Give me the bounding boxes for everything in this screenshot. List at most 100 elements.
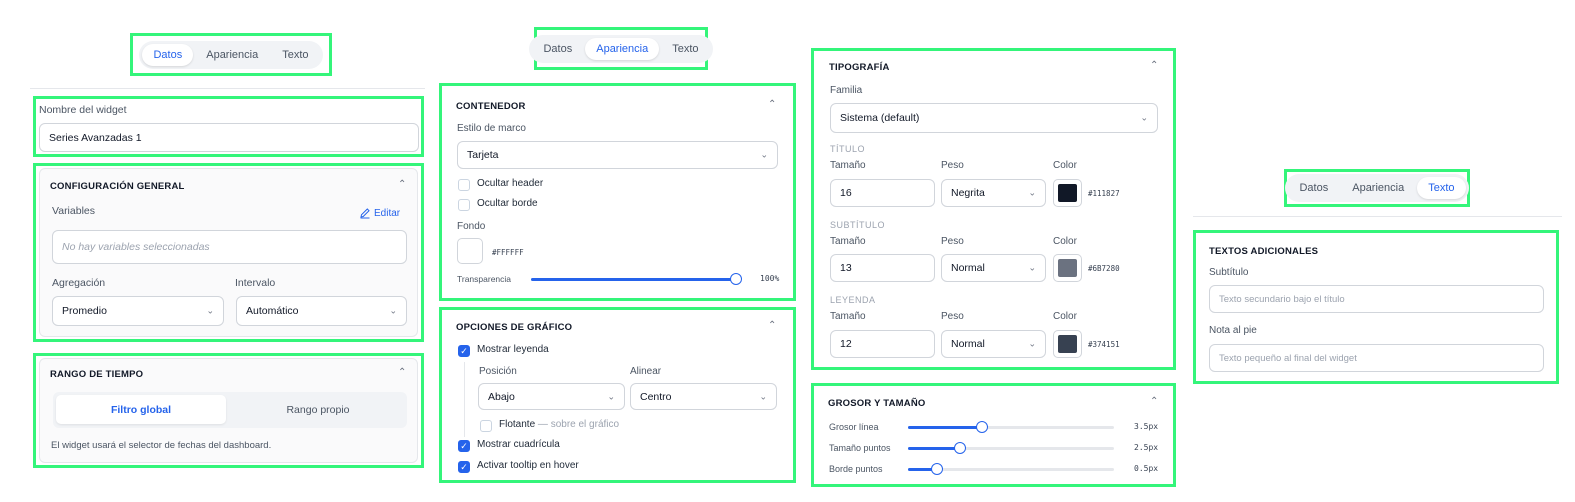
size-label: Tamaño xyxy=(830,311,866,322)
legend-size-input[interactable]: 12 xyxy=(830,330,935,358)
point-border-slider[interactable] xyxy=(908,463,1114,475)
weight-label: Peso xyxy=(941,160,964,171)
chevron-up-icon[interactable]: ⌃ xyxy=(398,179,406,190)
hide-header-checkbox[interactable] xyxy=(458,179,470,191)
legend-color-preview xyxy=(1058,335,1077,353)
weight-label: Peso xyxy=(941,311,964,322)
size-label: Tamaño xyxy=(830,236,866,247)
tooltip-checkbox[interactable]: ✓ xyxy=(458,461,470,473)
hide-header-label: Ocultar header xyxy=(477,178,544,189)
interval-select[interactable]: Automático ⌄ xyxy=(236,296,407,326)
transparency-thumb[interactable] xyxy=(730,273,742,285)
show-grid-checkbox[interactable]: ✓ xyxy=(458,440,470,452)
additional-texts-section: TEXTOS ADICIONALES Subtítulo Texto secun… xyxy=(1193,230,1559,384)
tab-apariencia[interactable]: Apariencia xyxy=(585,37,660,60)
floating-checkbox[interactable] xyxy=(480,420,492,432)
tab-texto[interactable]: Texto xyxy=(271,44,319,66)
filter-global-option[interactable]: Filtro global xyxy=(56,395,226,424)
chevron-down-icon: ⌄ xyxy=(760,149,768,160)
hide-border-checkbox[interactable] xyxy=(458,199,470,211)
legend-weight-value: Normal xyxy=(951,338,985,350)
subtitle-color-swatch[interactable] xyxy=(1053,254,1082,282)
aggregation-select[interactable]: Promedio ⌄ xyxy=(52,296,224,326)
tab-apariencia[interactable]: Apariencia xyxy=(195,44,269,66)
chevron-down-icon: ⌄ xyxy=(1028,338,1036,349)
subtitle-color-preview xyxy=(1058,259,1077,277)
chevron-up-icon[interactable]: ⌃ xyxy=(1150,60,1158,71)
variables-empty-field[interactable]: No hay variables seleccionadas xyxy=(52,230,407,264)
background-color-swatch[interactable] xyxy=(457,238,483,264)
container-title: CONTENEDOR xyxy=(456,101,526,112)
frame-style-value: Tarjeta xyxy=(467,149,499,161)
line-width-thumb[interactable] xyxy=(976,421,988,433)
point-size-value: 2.5px xyxy=(1134,443,1159,452)
legend-weight-select[interactable]: Normal ⌄ xyxy=(941,330,1046,358)
position-label: Posición xyxy=(479,366,517,377)
title-weight-select[interactable]: Negrita ⌄ xyxy=(941,179,1046,207)
subtitle-label: Subtítulo xyxy=(1209,267,1249,278)
legend-color-swatch[interactable] xyxy=(1053,330,1082,358)
title-color-swatch[interactable] xyxy=(1053,179,1082,207)
color-label: Color xyxy=(1053,311,1077,322)
point-size-thumb[interactable] xyxy=(954,442,966,454)
show-grid-label: Mostrar cuadrícula xyxy=(477,439,560,450)
subtitle-input[interactable]: Texto secundario bajo el título xyxy=(1209,285,1544,313)
tab-datos[interactable]: Datos xyxy=(532,38,583,60)
show-legend-checkbox[interactable]: ✓ xyxy=(458,345,470,357)
tab-datos[interactable]: Datos xyxy=(142,43,194,66)
font-family-select[interactable]: Sistema (default) ⌄ xyxy=(830,103,1158,133)
edit-variables-button[interactable]: Editar xyxy=(359,207,400,219)
subtitle-size-input[interactable]: 13 xyxy=(830,254,935,282)
tab-datos[interactable]: Datos xyxy=(1288,177,1339,199)
point-size-label: Tamaño puntos xyxy=(829,443,891,453)
transparency-slider[interactable] xyxy=(531,273,742,285)
widget-name-input[interactable]: Series Avanzadas 1 xyxy=(39,123,419,152)
edit-label: Editar xyxy=(374,207,401,219)
legend-align-select[interactable]: Centro ⌄ xyxy=(630,383,777,410)
font-family-value: Sistema (default) xyxy=(840,112,920,124)
title-weight-value: Negrita xyxy=(951,187,985,199)
chevron-up-icon[interactable]: ⌃ xyxy=(1150,396,1158,407)
additional-texts-title: TEXTOS ADICIONALES xyxy=(1209,246,1319,257)
tab-texto[interactable]: Texto xyxy=(661,38,709,60)
title-group-label: TÍTULO xyxy=(830,144,866,154)
typography-section: TIPOGRAFÍA ⌃ Familia Sistema (default) ⌄… xyxy=(811,48,1176,370)
point-border-value: 0.5px xyxy=(1134,464,1159,473)
subtitle-weight-value: Normal xyxy=(951,262,985,274)
tab-texto[interactable]: Texto xyxy=(1417,177,1466,199)
chevron-up-icon[interactable]: ⌃ xyxy=(768,320,776,331)
point-border-thumb[interactable] xyxy=(931,463,943,475)
tooltip-label: Activar tooltip en hover xyxy=(477,460,579,471)
point-size-slider[interactable] xyxy=(908,442,1114,454)
tab-apariencia[interactable]: Apariencia xyxy=(1341,177,1415,199)
chevron-down-icon: ⌄ xyxy=(1028,187,1036,198)
chevron-down-icon: ⌄ xyxy=(389,305,397,316)
legend-position-select[interactable]: Abajo ⌄ xyxy=(478,383,625,410)
legend-align-value: Centro xyxy=(640,390,672,403)
subtitle-weight-select[interactable]: Normal ⌄ xyxy=(941,254,1046,282)
background-color-preview xyxy=(461,242,479,260)
custom-range-option[interactable]: Rango propio xyxy=(233,395,403,424)
point-border-label: Borde puntos xyxy=(829,464,883,474)
line-width-slider[interactable] xyxy=(908,421,1114,433)
legend-position-value: Abajo xyxy=(488,390,515,403)
hide-border-label: Ocultar borde xyxy=(477,198,538,209)
chevron-down-icon: ⌄ xyxy=(206,305,214,316)
color-label: Color xyxy=(1053,236,1077,247)
general-config-section: CONFIGURACIÓN GENERAL ⌃ Variables Editar… xyxy=(33,163,424,342)
chevron-up-icon[interactable]: ⌃ xyxy=(768,99,776,110)
tab-bar-apariencia-panel: Datos Apariencia Texto xyxy=(529,27,713,70)
variables-label: Variables xyxy=(52,205,95,217)
chevron-down-icon: ⌄ xyxy=(759,391,767,401)
title-size-input[interactable]: 16 xyxy=(830,179,935,207)
transparency-label: Transparencia xyxy=(457,274,512,284)
pencil-icon xyxy=(360,208,370,219)
tab-bar-datos-panel: Datos Apariencia Texto xyxy=(130,33,332,76)
chevron-up-icon[interactable]: ⌃ xyxy=(398,367,406,378)
frame-style-select[interactable]: Tarjeta ⌄ xyxy=(457,141,778,169)
footnote-label: Nota al pie xyxy=(1209,325,1257,336)
thickness-size-section: GROSOR Y TAMAÑO ⌃ Grosor línea 3.5px Tam… xyxy=(811,383,1176,487)
floating-label-group: Flotante — sobre el gráfico xyxy=(499,419,619,430)
legend-group-label: LEYENDA xyxy=(830,295,876,305)
footnote-input[interactable]: Texto pequeño al final del widget xyxy=(1209,344,1544,372)
